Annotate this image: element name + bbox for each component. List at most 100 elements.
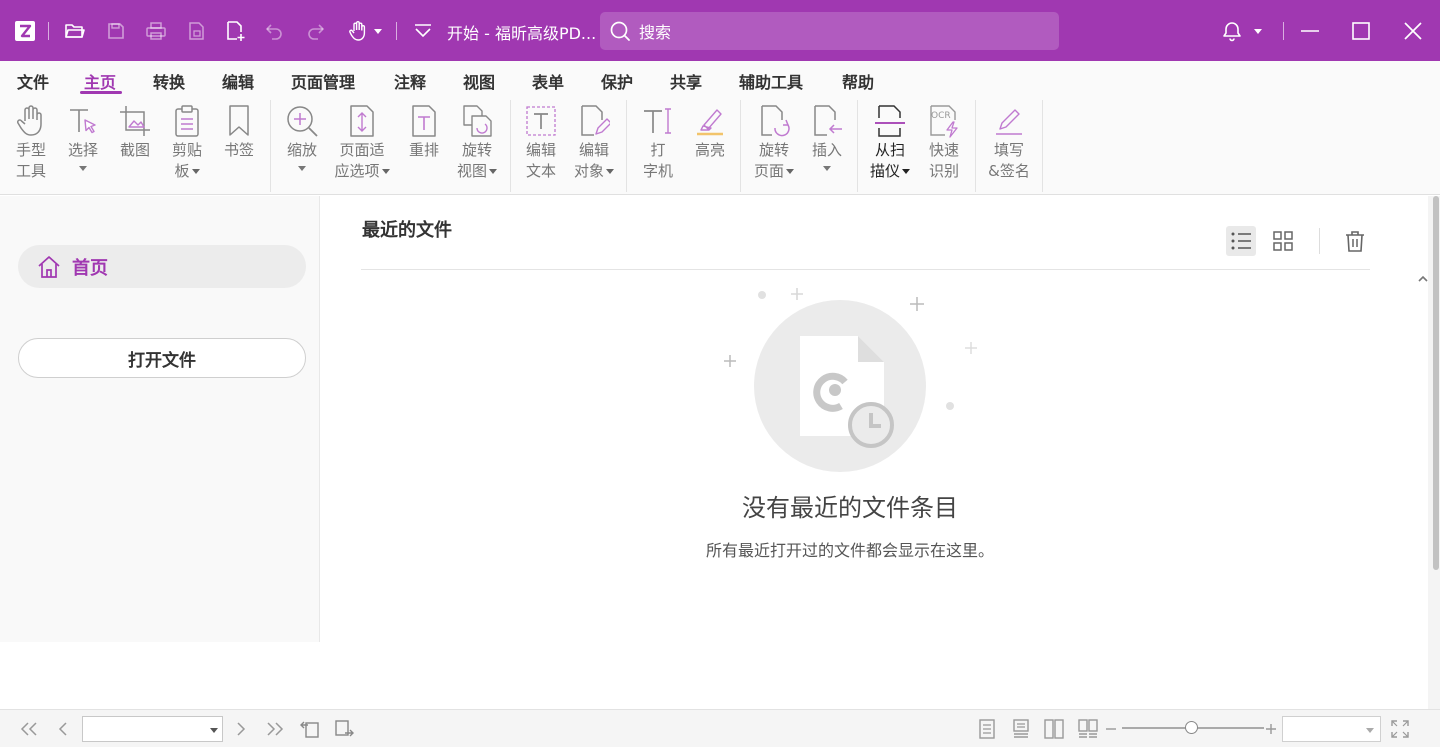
select-tool-button[interactable]: 选择 [62, 102, 104, 192]
save-icon[interactable] [103, 16, 129, 46]
fit-page-button[interactable]: 页面适 应选项 [330, 102, 394, 192]
open-file-button[interactable]: 打开文件 [18, 338, 306, 378]
window-title: 开始 - 福昕高级PD... [447, 24, 597, 43]
ocr-icon: OCR [927, 102, 961, 140]
single-page-view-icon[interactable] [976, 718, 998, 740]
hand-tool-quick-icon[interactable] [342, 16, 386, 46]
page-dropdown-icon[interactable] [210, 728, 218, 733]
zoom-button[interactable]: 缩放 [281, 102, 323, 192]
hand-tool-button[interactable]: 手型 工具 [10, 102, 52, 192]
search-box[interactable]: 搜索 [600, 12, 1059, 50]
continuous-facing-view-icon[interactable] [1077, 718, 1099, 740]
reflow-button[interactable]: 重排 [403, 102, 445, 192]
header-divider [361, 269, 1370, 270]
full-screen-icon[interactable] [1389, 718, 1411, 740]
properties-icon[interactable] [183, 16, 209, 46]
undo-icon[interactable] [262, 16, 288, 46]
previous-view-icon[interactable] [299, 718, 321, 740]
rotate-view-icon [460, 102, 494, 140]
next-view-icon[interactable] [333, 718, 355, 740]
scanner-icon [873, 102, 907, 140]
menu-edit[interactable]: 编辑 [222, 69, 254, 93]
print-icon[interactable] [143, 16, 169, 46]
edit-object-icon [577, 102, 611, 140]
zoom-out-icon[interactable] [1104, 718, 1118, 740]
grid-view-icon [1273, 231, 1293, 251]
typewriter-icon [641, 102, 675, 140]
minimize-icon[interactable] [1297, 16, 1323, 46]
highlighter-icon [693, 102, 727, 140]
search-placeholder[interactable]: 搜索 [639, 19, 671, 43]
start-sidebar: 首页 打开文件 [0, 196, 320, 642]
grid-view-button[interactable] [1268, 226, 1298, 256]
close-icon[interactable] [1400, 16, 1426, 46]
menu-comment[interactable]: 注释 [394, 69, 426, 93]
clipboard-button[interactable]: 剪贴 板 [166, 102, 208, 192]
notification-dropdown-icon[interactable] [1246, 16, 1268, 46]
zoom-dropdown-icon[interactable] [1366, 728, 1374, 733]
previous-page-icon[interactable] [52, 718, 74, 740]
zoom-slider-handle[interactable] [1185, 721, 1198, 734]
foxit-logo-icon[interactable] [12, 16, 38, 46]
empty-state-subtitle: 所有最近打开过的文件都会显示在这里。 [705, 541, 994, 560]
customize-toolbar-chevron-icon[interactable] [410, 16, 436, 46]
open-folder-icon[interactable] [62, 16, 88, 46]
bookmark-button[interactable]: 书签 [218, 102, 260, 192]
fit-page-icon [345, 102, 379, 140]
rotate-page-icon [757, 102, 791, 140]
list-view-button[interactable] [1226, 226, 1256, 256]
menu-organize[interactable]: 页面管理 [291, 69, 355, 93]
reflow-icon [407, 102, 441, 140]
menu-convert[interactable]: 转换 [153, 69, 185, 93]
rotate-page-button[interactable]: 旋转 页面 [750, 102, 798, 192]
page-number-input[interactable] [83, 717, 203, 741]
quick-ocr-button[interactable]: OCR 快速 识别 [922, 102, 966, 192]
sidebar-item-label: 首页 [72, 257, 108, 279]
redo-icon[interactable] [302, 16, 328, 46]
scan-button[interactable]: 从扫 描仪 [866, 102, 914, 192]
zoom-level-field[interactable] [1282, 716, 1381, 742]
fill-sign-button[interactable]: 填写 &签名 [985, 102, 1033, 192]
new-document-icon[interactable] [222, 16, 248, 46]
edit-text-button[interactable]: 编辑 文本 [520, 102, 562, 192]
list-view-icon [1231, 232, 1251, 250]
typewriter-button[interactable]: 打 字机 [637, 102, 679, 192]
edit-object-button[interactable]: 编辑 对象 [570, 102, 618, 192]
insert-page-icon [810, 102, 844, 140]
continuous-view-icon[interactable] [1010, 718, 1032, 740]
menu-file[interactable]: 文件 [17, 69, 49, 93]
menu-share[interactable]: 共享 [670, 69, 702, 93]
menu-bar: 文件 主页 转换 编辑 页面管理 注释 视图 表单 保护 共享 辅助工具 帮助 [0, 61, 1440, 96]
insert-page-button[interactable]: 插入 [805, 102, 849, 192]
menu-form[interactable]: 表单 [532, 69, 564, 93]
first-page-icon[interactable] [18, 718, 40, 740]
snapshot-button[interactable]: 截图 [114, 102, 156, 192]
scrollbar-thumb[interactable] [1433, 196, 1439, 570]
menu-protect[interactable]: 保护 [601, 69, 633, 93]
hand-icon [14, 102, 48, 140]
zoom-in-icon [285, 102, 319, 140]
sidebar-item-home[interactable]: 首页 [18, 245, 306, 288]
page-number-field[interactable] [82, 716, 223, 742]
menu-view[interactable]: 视图 [463, 69, 495, 93]
snapshot-icon [118, 102, 152, 140]
active-tab-indicator [80, 91, 122, 94]
clipboard-icon [170, 102, 204, 140]
search-icon [610, 21, 630, 41]
svg-text:OCR: OCR [931, 111, 951, 121]
clear-recent-button[interactable] [1340, 226, 1370, 256]
facing-view-icon[interactable] [1043, 718, 1065, 740]
title-bar: 开始 - 福昕高级PD... 搜索 [0, 0, 1440, 61]
last-page-icon[interactable] [264, 718, 286, 740]
next-page-icon[interactable] [230, 718, 252, 740]
notification-bell-icon[interactable] [1219, 16, 1245, 46]
menu-help[interactable]: 帮助 [842, 69, 874, 93]
menu-home[interactable]: 主页 [84, 69, 116, 93]
empty-recent-illustration [724, 288, 977, 472]
zoom-in-small-icon[interactable] [1264, 718, 1278, 740]
rotate-view-button[interactable]: 旋转 视图 [452, 102, 502, 192]
menu-accessibility[interactable]: 辅助工具 [739, 69, 803, 93]
home-icon [38, 255, 60, 278]
maximize-icon[interactable] [1348, 16, 1374, 46]
highlight-button[interactable]: 高亮 [689, 102, 731, 192]
